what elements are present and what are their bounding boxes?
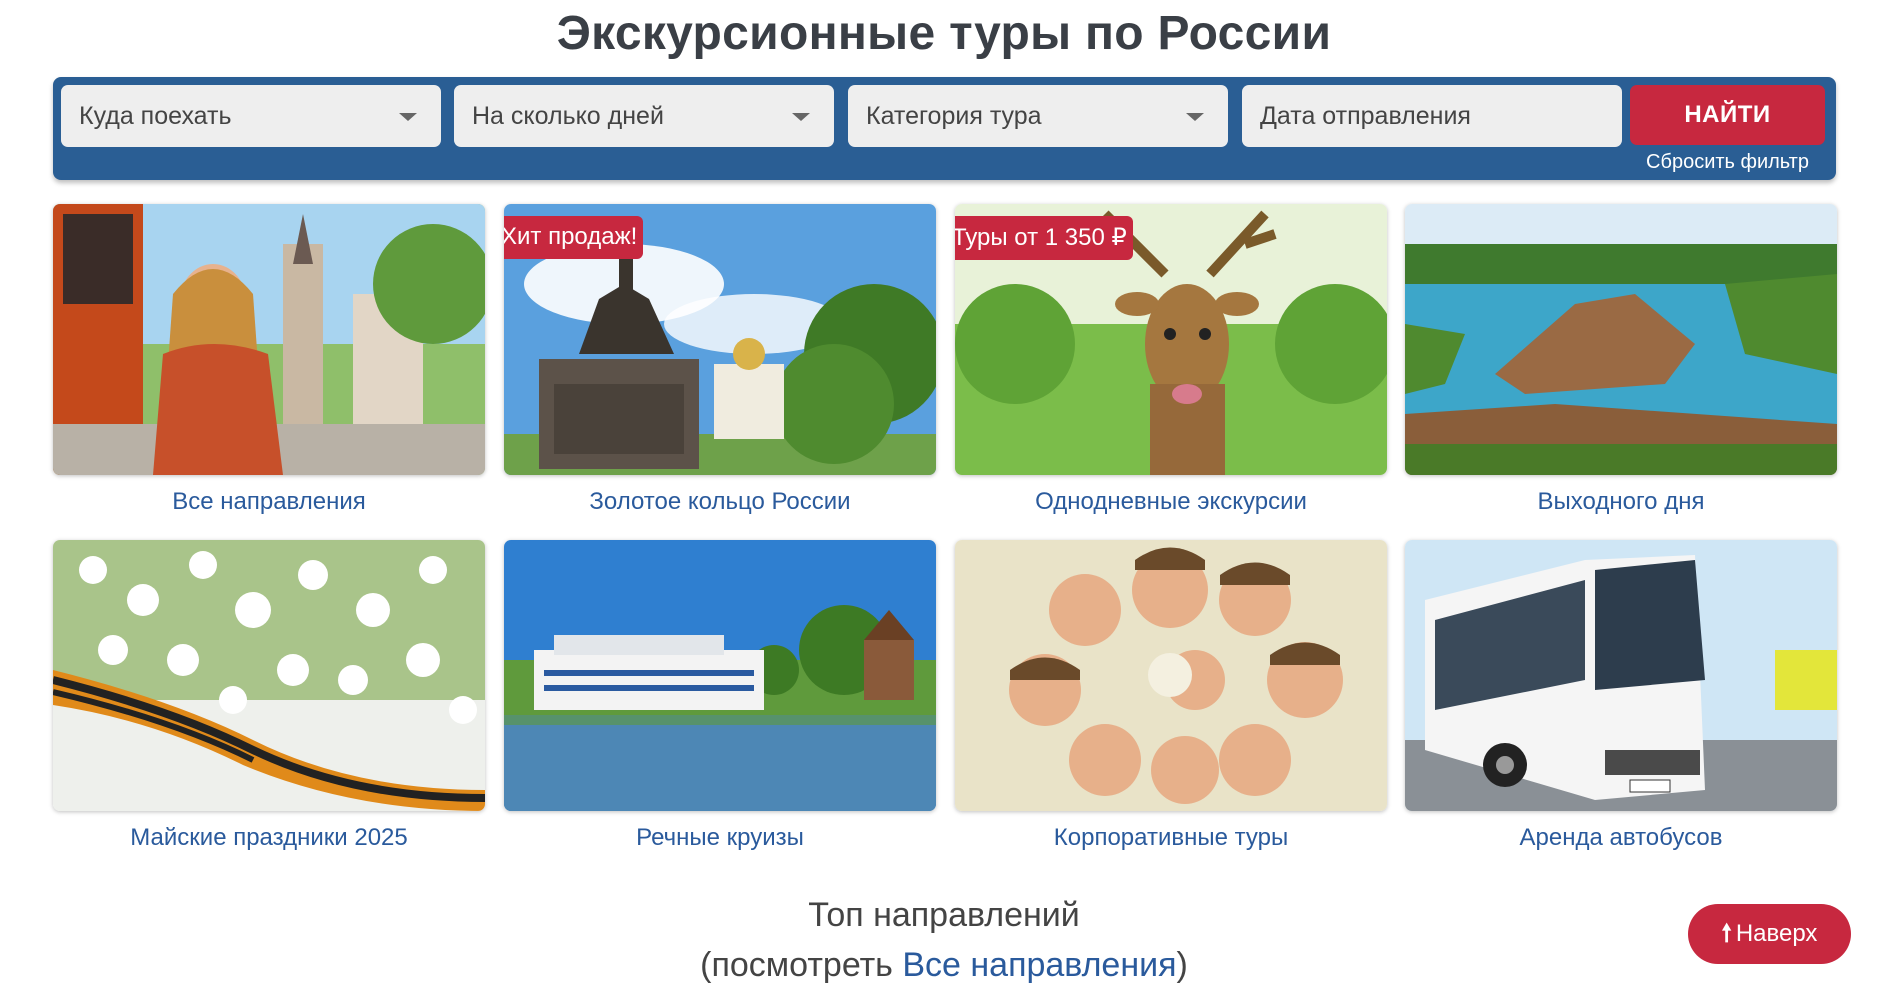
card-one-day[interactable]: Туры от 1 350 ₽ Однодневные экскурсии <box>955 204 1387 516</box>
card-caption[interactable]: Аренда автобусов <box>1405 824 1837 852</box>
departure-date-placeholder: Дата отправления <box>1260 102 1471 130</box>
card-caption[interactable]: Майские праздники 2025 <box>53 824 485 852</box>
departure-date-input[interactable]: Дата отправления <box>1242 85 1622 147</box>
scroll-to-top-label: Наверх <box>1735 920 1818 947</box>
card-caption[interactable]: Золотое кольцо России <box>504 488 936 516</box>
card-image[interactable] <box>53 540 485 811</box>
top-destinations-subheading: (посмотреть Все направления) <box>0 946 1888 985</box>
category-select[interactable]: Категория тура <box>848 85 1228 147</box>
flowers-ribbon-photo <box>53 540 485 811</box>
price-badge: Туры от 1 350 ₽ <box>955 216 1133 260</box>
scroll-to-top-button[interactable]: 🠕 Наверх <box>1688 904 1851 964</box>
card-golden-ring[interactable]: Хит продаж! Золотое кольцо России <box>504 204 936 516</box>
chevron-down-icon <box>1186 113 1204 121</box>
card-image[interactable] <box>955 540 1387 811</box>
card-caption[interactable]: Выходного дня <box>1405 488 1837 516</box>
days-select[interactable]: На сколько дней <box>454 85 834 147</box>
card-image[interactable] <box>1405 540 1837 811</box>
chevron-down-icon <box>792 113 810 121</box>
card-caption[interactable]: Все направления <box>53 488 485 516</box>
category-label: Категория тура <box>866 102 1042 130</box>
bus-photo <box>1405 540 1837 811</box>
card-image[interactable] <box>1405 204 1837 475</box>
destination-select[interactable]: Куда поехать <box>61 85 441 147</box>
card-caption[interactable]: Корпоративные туры <box>955 824 1387 852</box>
arrow-up-icon: 🠕 <box>1721 920 1732 947</box>
hit-badge: Хит продаж! <box>504 216 644 259</box>
card-all-destinations[interactable]: Все направления <box>53 204 485 516</box>
days-label: На сколько дней <box>472 102 664 130</box>
destination-label: Куда поехать <box>79 102 232 130</box>
lake-photo <box>1405 204 1837 475</box>
friends-photo <box>955 540 1387 811</box>
reset-filter-link[interactable]: Сбросить фильтр <box>1630 151 1825 174</box>
card-weekend[interactable]: Выходного дня <box>1405 204 1837 516</box>
river-cruise-photo <box>504 540 936 811</box>
card-caption[interactable]: Однодневные экскурсии <box>955 488 1387 516</box>
top-destinations-heading: Топ направлений <box>808 896 1080 934</box>
card-image[interactable]: Туры от 1 350 ₽ <box>955 204 1387 475</box>
all-destinations-link[interactable]: Все направления <box>902 946 1176 984</box>
tourist-bus-photo <box>53 204 485 475</box>
page-title: Экскурсионные туры по России <box>556 7 1332 60</box>
filter-bar: Куда поехать На сколько дней Категория т… <box>53 77 1836 180</box>
card-image[interactable] <box>504 540 936 811</box>
find-button[interactable]: НАЙТИ <box>1630 85 1825 145</box>
sub-suffix: ) <box>1176 946 1188 984</box>
card-image[interactable]: Хит продаж! <box>504 204 936 475</box>
chevron-down-icon <box>399 113 417 121</box>
card-caption[interactable]: Речные круизы <box>504 824 936 852</box>
card-corporate[interactable]: Корпоративные туры <box>955 540 1387 852</box>
card-bus-rental[interactable]: Аренда автобусов <box>1405 540 1837 852</box>
card-image[interactable] <box>53 204 485 475</box>
card-may-holidays[interactable]: Майские праздники 2025 <box>53 540 485 852</box>
card-river-cruises[interactable]: Речные круизы <box>504 540 936 852</box>
sub-prefix: (посмотреть <box>700 946 903 984</box>
